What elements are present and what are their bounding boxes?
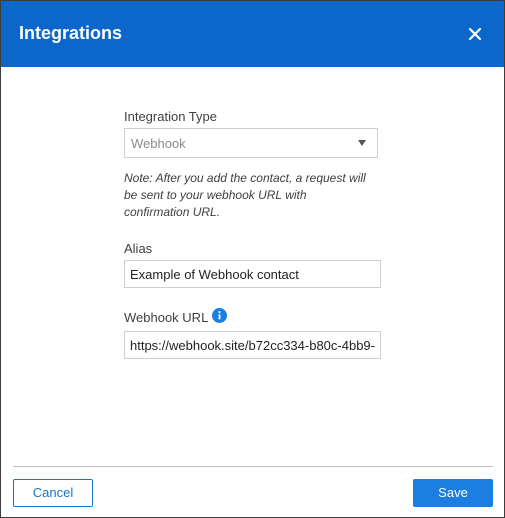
footer-divider [13,466,493,467]
close-button[interactable] [466,25,484,43]
integrations-dialog: Integrations Integration Type Webhook No… [0,0,505,518]
alias-label: Alias [124,241,153,256]
webhook-url-label: Webhook URL [124,310,209,325]
webhook-url-input[interactable] [124,331,381,359]
info-icon[interactable] [212,308,227,323]
save-button[interactable]: Save [413,479,493,507]
integration-type-label: Integration Type [124,109,217,124]
caret-down-icon [358,140,366,146]
close-icon [468,27,482,41]
alias-input[interactable] [124,260,381,288]
cancel-button[interactable]: Cancel [13,479,93,507]
integration-type-select[interactable]: Webhook [124,128,378,158]
dialog-title: Integrations [19,23,123,43]
webhook-note: Note: After you add the contact, a reque… [124,171,366,219]
integration-type-value: Webhook [131,136,186,151]
dialog-header: Integrations [1,1,504,67]
